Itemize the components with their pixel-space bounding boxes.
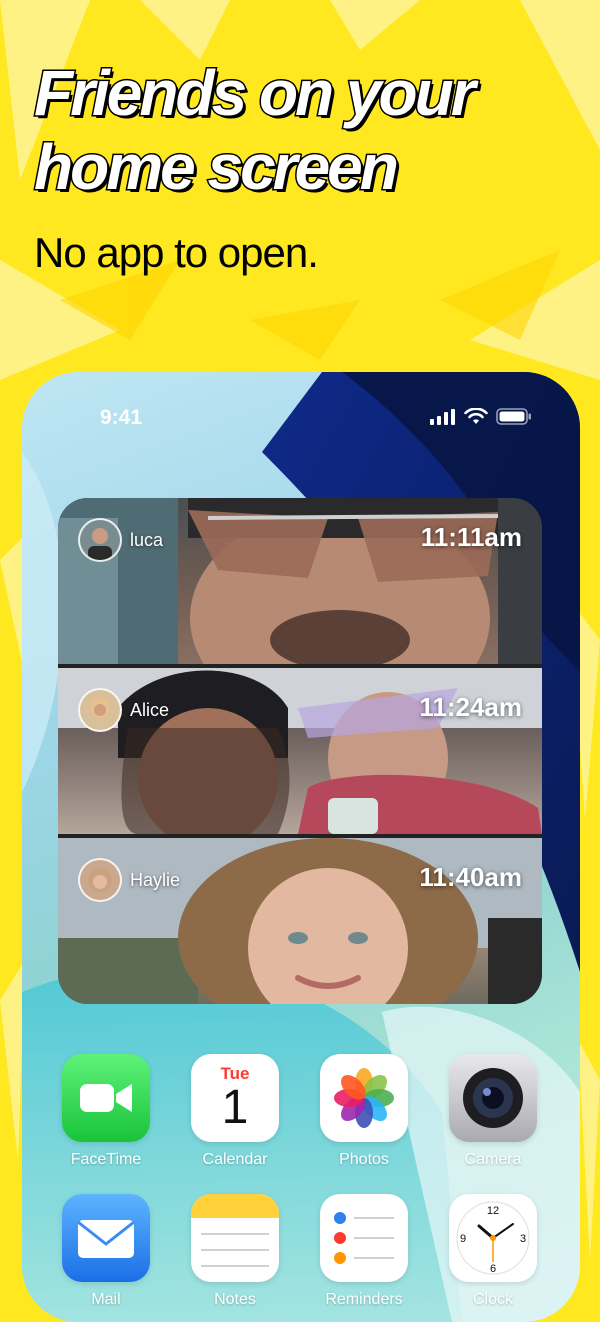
notes-icon <box>191 1194 279 1282</box>
app-reminders[interactable]: Reminders <box>316 1194 412 1309</box>
widget-entry[interactable]: Haylie 11:40am <box>58 838 542 1004</box>
headline-line-1: Friends on your <box>33 56 478 131</box>
facetime-icon <box>62 1054 150 1142</box>
app-clock[interactable]: 12 3 6 9 Clock <box>445 1194 541 1309</box>
app-notes[interactable]: Notes <box>187 1194 283 1309</box>
svg-text:3: 3 <box>520 1233 526 1245</box>
app-label: FaceTime <box>70 1151 142 1168</box>
widget-entry[interactable]: luca 11:11am <box>58 498 542 664</box>
headline: Friends on your home screen <box>33 56 478 205</box>
svg-text:9: 9 <box>460 1233 466 1245</box>
avatar <box>78 858 122 902</box>
battery-icon <box>496 408 531 425</box>
app-calendar[interactable]: Tue 1 Calendar <box>187 1054 283 1169</box>
app-label: Mail <box>91 1291 121 1308</box>
calendar-icon: Tue 1 <box>191 1054 279 1142</box>
app-camera[interactable]: Camera <box>445 1054 541 1169</box>
friends-widget[interactable]: luca 11:11am Alice 11:24am Haylie 11:40a… <box>58 498 542 1004</box>
svg-text:12: 12 <box>487 1205 499 1217</box>
app-label: Clock <box>472 1291 513 1308</box>
wifi-icon <box>464 408 488 424</box>
status-icons <box>430 408 532 425</box>
subheadline: No app to open. <box>34 229 319 276</box>
calendar-date: 1 <box>221 1081 249 1134</box>
post-time: 11:24am <box>419 692 522 722</box>
post-time: 11:11am <box>420 522 522 552</box>
post-time: 11:40am <box>419 862 522 892</box>
status-time: 9:41 <box>100 406 143 429</box>
avatar <box>78 518 122 562</box>
mail-icon <box>62 1194 150 1282</box>
app-label: Reminders <box>325 1291 403 1308</box>
app-mail[interactable]: Mail <box>58 1194 154 1309</box>
widget-entry[interactable]: Alice 11:24am <box>58 668 542 834</box>
friend-name: luca <box>130 530 164 550</box>
app-facetime[interactable]: FaceTime <box>58 1054 154 1169</box>
avatar <box>78 688 122 732</box>
app-label: Camera <box>464 1151 522 1168</box>
friend-name: Alice <box>130 700 170 720</box>
svg-text:6: 6 <box>490 1263 496 1275</box>
photos-icon <box>320 1054 408 1142</box>
cellular-signal-icon <box>430 408 455 425</box>
friend-name: Haylie <box>130 870 181 890</box>
app-photos[interactable]: Photos <box>316 1054 412 1169</box>
camera-icon <box>449 1054 537 1142</box>
app-label: Notes <box>214 1291 256 1308</box>
app-label: Photos <box>339 1151 389 1168</box>
phone-mockup: 9:41 luca 11:11am Alice 11:24am Haylie 1… <box>22 372 580 1322</box>
headline-line-2: home screen <box>33 130 401 205</box>
clock-icon: 12 3 6 9 <box>449 1194 537 1282</box>
reminders-icon <box>320 1194 408 1282</box>
app-label: Calendar <box>202 1151 268 1168</box>
